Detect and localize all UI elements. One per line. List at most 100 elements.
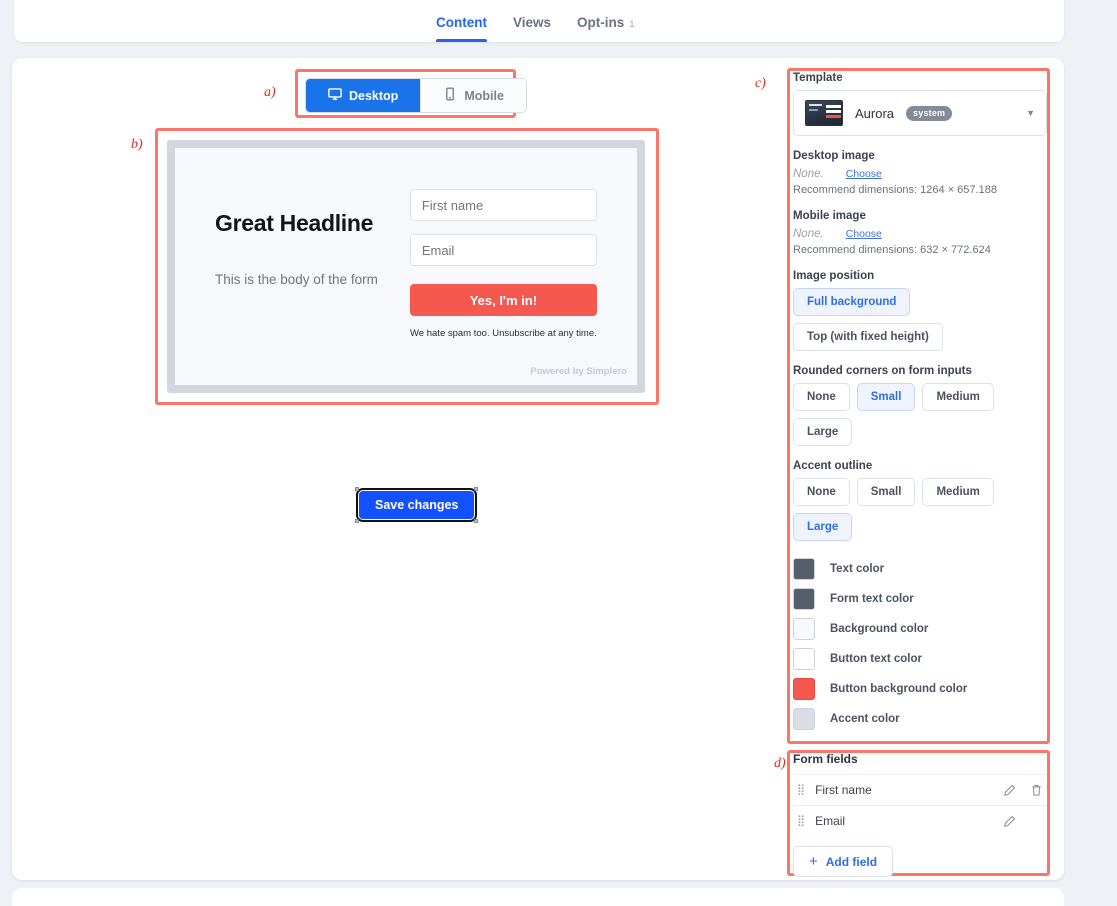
edit-pencil-icon[interactable] <box>1003 784 1016 797</box>
focus-handle-tr <box>474 487 479 491</box>
form-preview: Great Headline This is the body of the f… <box>167 140 645 393</box>
edit-pencil-icon[interactable] <box>1003 815 1016 828</box>
tab-optins-label: Opt-ins <box>577 15 625 30</box>
color-label-background-color: Background color <box>830 623 929 635</box>
accent-outline-options: None Small Medium Large <box>793 478 1047 541</box>
mobile-image-row: None. Choose <box>793 228 1047 240</box>
rounded-corners-label: Rounded corners on form inputs <box>793 365 972 377</box>
drag-handle-icon[interactable]: ⣿ <box>797 815 805 827</box>
form-field-row-email[interactable]: ⣿ Email <box>793 805 1047 836</box>
design-settings-panel: Template Aurora system ▼ Desktop image N… <box>793 72 1047 730</box>
accent-outline-label: Accent outline <box>793 460 873 472</box>
tab-content[interactable]: Content <box>436 15 487 42</box>
tab-views[interactable]: Views <box>513 15 551 42</box>
plus-icon: + <box>809 853 818 870</box>
tab-optins[interactable]: Opt-ins 1 <box>577 15 635 42</box>
tab-content-label: Content <box>436 15 487 30</box>
color-swatch-text-color[interactable] <box>793 558 815 580</box>
color-row-button-background-color: Button background color <box>793 678 1047 700</box>
form-field-name-email: Email <box>815 814 846 828</box>
device-toggle-mobile-label: Mobile <box>464 88 504 103</box>
color-label-button-text-color: Button text color <box>830 653 922 665</box>
template-thumbnail-icon <box>805 100 843 126</box>
mobile-image-recommend: Recommend dimensions: 632 × 772.624 <box>793 244 991 256</box>
color-swatch-background-color[interactable] <box>793 618 815 640</box>
rounded-corners-options: None Small Medium Large <box>793 383 1047 446</box>
accent-outline-option-medium[interactable]: Medium <box>922 478 994 506</box>
image-position-options: Full background Top (with fixed height) <box>793 288 1047 351</box>
template-system-badge: system <box>906 105 953 121</box>
form-field-actions-email <box>1003 815 1043 828</box>
device-toggle-mobile[interactable]: Mobile <box>420 79 526 112</box>
color-label-text-color: Text color <box>830 563 885 575</box>
add-field-label: Add field <box>825 854 878 869</box>
add-field-button[interactable]: + Add field <box>793 846 894 877</box>
color-label-button-background-color: Button background color <box>830 683 968 695</box>
color-row-text-color: Text color <box>793 558 1047 580</box>
preview-body-text: This is the body of the form <box>215 272 378 287</box>
desktop-image-value: None. <box>793 168 824 180</box>
save-changes-button[interactable]: Save changes <box>355 488 478 522</box>
focus-handle-bl <box>355 519 359 523</box>
rounded-corners-option-none[interactable]: None <box>793 383 850 411</box>
color-row-form-text-color: Form text color <box>793 588 1047 610</box>
form-field-name-first-name: First name <box>815 783 872 797</box>
image-position-option-top-fixed-height[interactable]: Top (with fixed height) <box>793 323 943 351</box>
color-swatch-form-text-color[interactable] <box>793 588 815 610</box>
annotation-label-a: a) <box>264 85 276 100</box>
color-label-accent-color: Accent color <box>830 713 900 725</box>
preview-submit-button[interactable]: Yes, I'm in! <box>409 284 597 316</box>
color-label-form-text-color: Form text color <box>830 593 914 605</box>
template-select[interactable]: Aurora system ▼ <box>793 90 1047 136</box>
template-name: Aurora <box>855 105 895 121</box>
focus-handle-tl <box>355 487 359 491</box>
accent-outline-option-large[interactable]: Large <box>793 513 853 541</box>
bottom-card-strip <box>12 888 1064 906</box>
monitor-icon <box>328 87 342 104</box>
color-settings-list: Text color Form text color Background co… <box>793 558 1047 730</box>
mobile-image-label: Mobile image <box>793 210 866 222</box>
tab-list: Content Views Opt-ins 1 <box>14 0 1064 42</box>
color-row-accent-color: Accent color <box>793 708 1047 730</box>
color-row-background-color: Background color <box>793 618 1047 640</box>
rounded-corners-option-medium[interactable]: Medium <box>922 383 994 411</box>
tab-views-label: Views <box>513 15 552 30</box>
accent-outline-option-none[interactable]: None <box>793 478 850 506</box>
tab-optins-count: 1 <box>629 19 635 30</box>
annotation-label-d: d) <box>774 756 786 771</box>
form-field-row-first-name[interactable]: ⣿ First name <box>793 774 1047 805</box>
template-label: Template <box>793 72 843 84</box>
rounded-corners-option-large[interactable]: Large <box>793 418 853 446</box>
preview-headline: Great Headline <box>215 210 374 236</box>
desktop-image-label: Desktop image <box>793 150 875 162</box>
device-toggle-group: Desktop Mobile <box>305 78 527 113</box>
preview-email-input[interactable] <box>409 234 597 266</box>
preview-first-name-input[interactable] <box>409 189 597 221</box>
color-swatch-button-background-color[interactable] <box>793 678 815 700</box>
phone-icon <box>443 87 457 104</box>
form-fields-title: Form fields <box>793 752 858 766</box>
preview-form-column: Yes, I'm in! We hate spam too. Unsubscri… <box>409 172 597 361</box>
image-position-option-full-background[interactable]: Full background <box>793 288 911 316</box>
annotation-label-c: c) <box>755 76 766 91</box>
preview-spam-notice: We hate spam too. Unsubscribe at any tim… <box>410 328 597 339</box>
device-toggle-desktop-label: Desktop <box>349 88 399 103</box>
rounded-corners-option-small[interactable]: Small <box>856 383 916 411</box>
color-swatch-button-text-color[interactable] <box>793 648 815 670</box>
focus-handle-br <box>474 519 479 523</box>
color-swatch-accent-color[interactable] <box>793 708 815 730</box>
delete-trash-icon[interactable] <box>1030 784 1043 797</box>
form-field-actions-first-name <box>1003 784 1043 797</box>
desktop-image-choose-link[interactable]: Choose <box>846 168 882 180</box>
preview-text-column: Great Headline This is the body of the f… <box>215 172 410 361</box>
desktop-image-row: None. Choose <box>793 168 1047 180</box>
mobile-image-choose-link[interactable]: Choose <box>846 228 882 240</box>
device-toggle-desktop[interactable]: Desktop <box>306 79 421 112</box>
drag-handle-icon[interactable]: ⣿ <box>797 784 805 796</box>
image-position-label: Image position <box>793 270 875 282</box>
form-fields-panel: Form fields ⣿ First name ⣿ Email + Add f… <box>793 752 1047 877</box>
chevron-down-icon: ▼ <box>1026 108 1035 118</box>
preview-powered-by: Powered by Simplero <box>530 366 627 377</box>
color-row-button-text-color: Button text color <box>793 648 1047 670</box>
accent-outline-option-small[interactable]: Small <box>856 478 916 506</box>
